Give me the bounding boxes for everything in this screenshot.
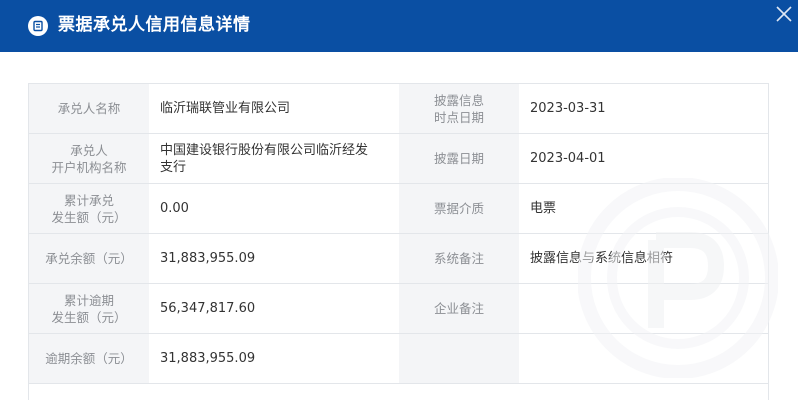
- field-value: 电票: [519, 184, 768, 233]
- field-value: 31,883,955.09: [149, 234, 399, 283]
- table-row: 承兑余额（元） 31,883,955.09 系统备注 披露信息与系统信息相符: [29, 234, 768, 284]
- field-value: 0.00: [149, 184, 399, 233]
- field-value: 56,347,817.60: [149, 284, 399, 333]
- field-label: 披露信息 时点日期: [399, 84, 519, 133]
- credit-info-table: 承兑人名称 临沂瑞联管业有限公司 披露信息 时点日期 2023-03-31 承兑…: [28, 83, 769, 400]
- field-label: 系统备注: [399, 234, 519, 283]
- field-value: 2023-03-31: [519, 84, 768, 133]
- field-label: 票据介质: [399, 184, 519, 233]
- dialog-title: 票据承兑人信用信息详情: [58, 15, 251, 35]
- field-label: 承兑人名称: [29, 84, 149, 133]
- dialog-header: 票据承兑人信用信息详情: [0, 0, 798, 52]
- field-value: [519, 334, 768, 383]
- field-value: 临沂瑞联管业有限公司: [149, 84, 399, 133]
- table-row: 承兑人名称 临沂瑞联管业有限公司 披露信息 时点日期 2023-03-31: [29, 84, 768, 134]
- field-value: 中国建设银行股份有限公司临沂经发 支行: [149, 134, 399, 183]
- table-row: 累计承兑 发生额（元） 0.00 票据介质 电票: [29, 184, 768, 234]
- field-label: 逾期余额（元）: [29, 334, 149, 383]
- field-label: 企业备注: [399, 284, 519, 333]
- field-label: 披露日期: [399, 134, 519, 183]
- field-label: 累计承兑 发生额（元）: [29, 184, 149, 233]
- ticket-icon: [28, 16, 48, 36]
- field-value: 披露信息与系统信息相符: [519, 234, 768, 283]
- field-value: 2023-04-01: [519, 134, 768, 183]
- field-label: [399, 334, 519, 383]
- table-row: 逾期余额（元） 31,883,955.09: [29, 334, 768, 384]
- field-value: 31,883,955.09: [149, 334, 399, 383]
- table-row: 累计逾期 发生额（元） 56,347,817.60 企业备注: [29, 284, 768, 334]
- close-icon[interactable]: [772, 2, 796, 26]
- field-value: [519, 284, 768, 333]
- field-label: 承兑余额（元）: [29, 234, 149, 283]
- field-label: 累计逾期 发生额（元）: [29, 284, 149, 333]
- field-label: 承兑人 开户机构名称: [29, 134, 149, 183]
- table-row: 承兑人 开户机构名称 中国建设银行股份有限公司临沂经发 支行 披露日期 2023…: [29, 134, 768, 184]
